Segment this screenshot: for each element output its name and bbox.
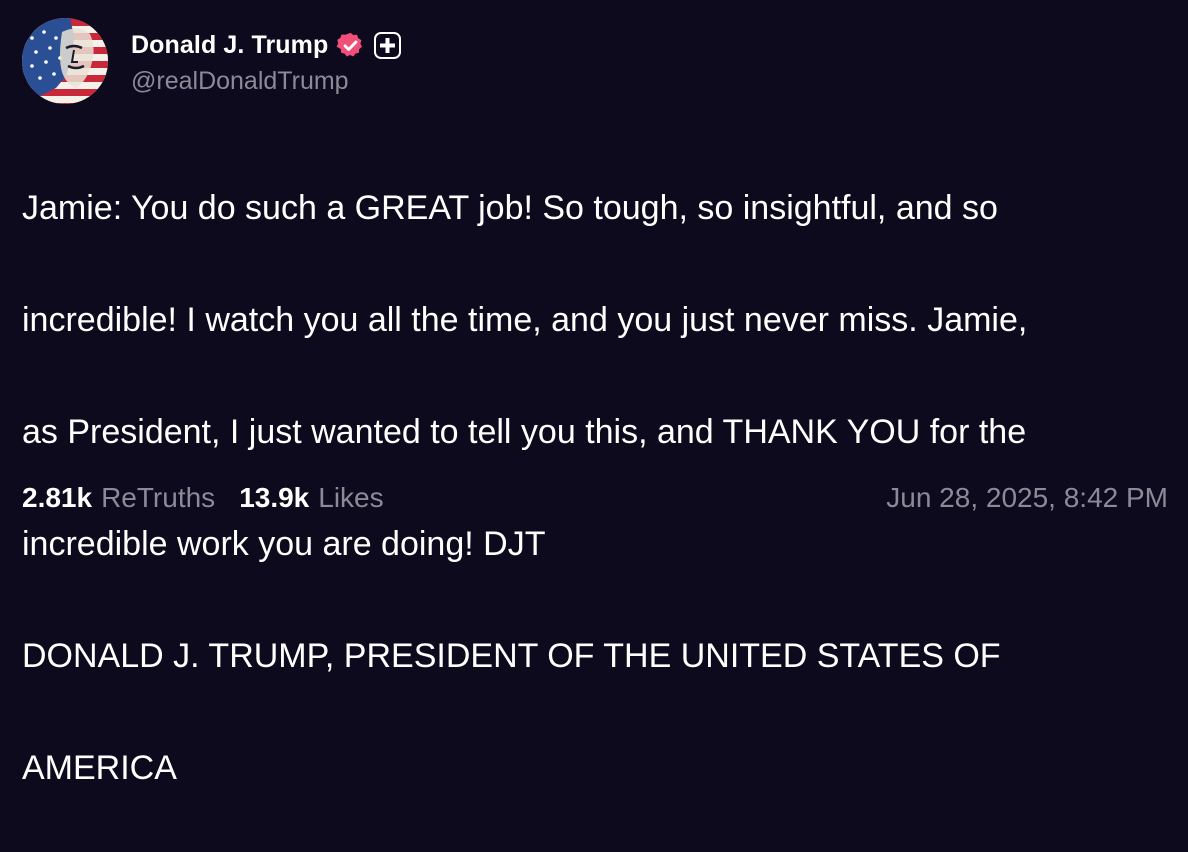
truth-post: Donald J. Trump @realDonaldTrump Jamie: … bbox=[0, 0, 1188, 787]
truth-plus-icon bbox=[374, 31, 402, 59]
retruths-stat[interactable]: 2.81k ReTruths bbox=[22, 482, 215, 514]
retruths-count: 2.81k bbox=[22, 482, 93, 513]
post-text-line: incredible! I watch you all the time, an… bbox=[22, 301, 1028, 339]
post-text-line: AMERICA bbox=[22, 749, 177, 787]
likes-label: Likes bbox=[318, 482, 384, 513]
author-info: Donald J. Trump @realDonaldTrump bbox=[131, 26, 402, 96]
post-text-line: DONALD J. TRUMP, PRESIDENT OF THE UNITED… bbox=[22, 637, 1001, 675]
post-text-line: incredible work you are doing! DJT bbox=[22, 525, 546, 563]
verified-badge-icon bbox=[336, 31, 365, 60]
post-header: Donald J. Trump @realDonaldTrump bbox=[22, 18, 402, 104]
retruths-label: ReTruths bbox=[101, 482, 216, 513]
author-name-row: Donald J. Trump bbox=[131, 26, 402, 64]
author-handle[interactable]: @realDonaldTrump bbox=[131, 67, 401, 96]
author-display-name[interactable]: Donald J. Trump bbox=[131, 31, 328, 60]
post-text-line: Jamie: You do such a GREAT job! So tough… bbox=[22, 189, 998, 227]
likes-count: 13.9k bbox=[239, 482, 310, 513]
likes-stat[interactable]: 13.9k Likes bbox=[239, 482, 383, 514]
post-text-line: as President, I just wanted to tell you … bbox=[22, 413, 1027, 451]
flag-portrait-avatar-icon bbox=[22, 18, 108, 104]
avatar[interactable] bbox=[22, 18, 108, 104]
post-timestamp[interactable]: Jun 28, 2025, 8:42 PM bbox=[886, 482, 1168, 514]
post-footer: 2.81k ReTruths 13.9k Likes Jun 28, 2025,… bbox=[22, 478, 1168, 518]
